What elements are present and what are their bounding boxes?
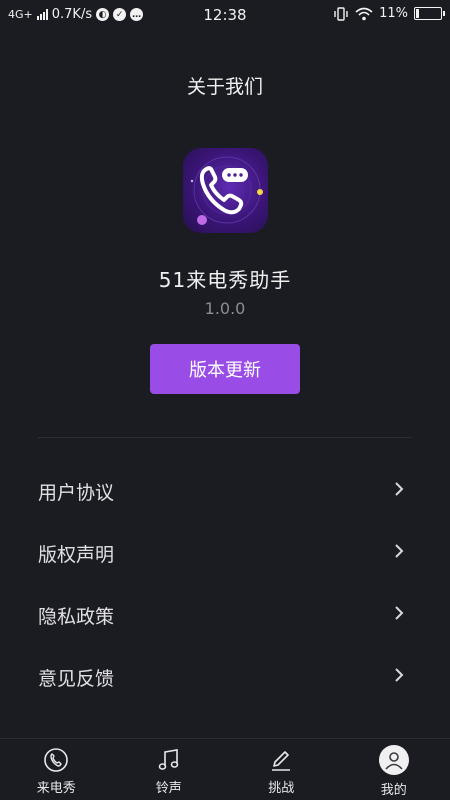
status-right: 11%: [333, 6, 445, 21]
nav-tab-mine[interactable]: 我的: [338, 739, 450, 800]
battery-icon: [414, 7, 445, 20]
chevron-right-icon: [395, 482, 404, 496]
app-name: 51来电秀助手: [158, 268, 292, 292]
menu-item-label: 版权声明: [38, 544, 115, 566]
nav-label: 挑战: [268, 781, 295, 796]
menu-item-label: 隐私政策: [38, 606, 115, 628]
music-note-icon: [158, 749, 179, 770]
menu-item-label: 意见反馈: [38, 668, 115, 690]
settings-menu: 用户协议 版权声明 隐私政策 意见反馈: [0, 458, 450, 706]
app-logo: [183, 148, 268, 233]
menu-item-copyright[interactable]: 版权声明: [0, 520, 450, 582]
wifi-icon: [355, 7, 373, 20]
chevron-right-icon: [395, 606, 404, 620]
pen-icon: [272, 751, 291, 771]
about-us-screen: 4G+ 0.7K/s ◐ ✓ … 12:38 11% 关于我们 51来电秀助手 …: [0, 0, 450, 800]
phone-logo-icon: [190, 156, 263, 225]
vibrate-icon: [334, 6, 348, 21]
battery-percent: 11%: [379, 6, 408, 21]
divider: [38, 437, 412, 438]
avatar-icon: [378, 745, 409, 775]
nav-label: 铃声: [155, 781, 182, 796]
page-title: 关于我们: [186, 76, 263, 98]
nav-tab-call-show[interactable]: 来电秀: [0, 739, 113, 800]
chevron-right-icon: [395, 544, 404, 558]
menu-item-user-agreement[interactable]: 用户协议: [0, 458, 450, 520]
status-bar: 4G+ 0.7K/s ◐ ✓ … 12:38 11%: [0, 0, 450, 32]
battery-level: [416, 9, 419, 18]
menu-item-feedback[interactable]: 意见反馈: [0, 644, 450, 706]
bottom-nav: 来电秀 铃声 挑战 我的: [0, 738, 450, 800]
menu-item-privacy[interactable]: 隐私政策: [0, 582, 450, 644]
call-show-icon: [44, 748, 69, 772]
menu-item-label: 用户协议: [38, 482, 115, 504]
nav-label: 来电秀: [36, 781, 76, 796]
nav-tab-challenge[interactable]: 挑战: [225, 739, 338, 800]
nav-label: 我的: [380, 783, 407, 798]
update-button[interactable]: 版本更新: [150, 344, 300, 394]
chevron-right-icon: [395, 668, 404, 682]
nav-tab-ringtone[interactable]: 铃声: [113, 739, 226, 800]
app-version: 1.0.0: [204, 299, 246, 318]
